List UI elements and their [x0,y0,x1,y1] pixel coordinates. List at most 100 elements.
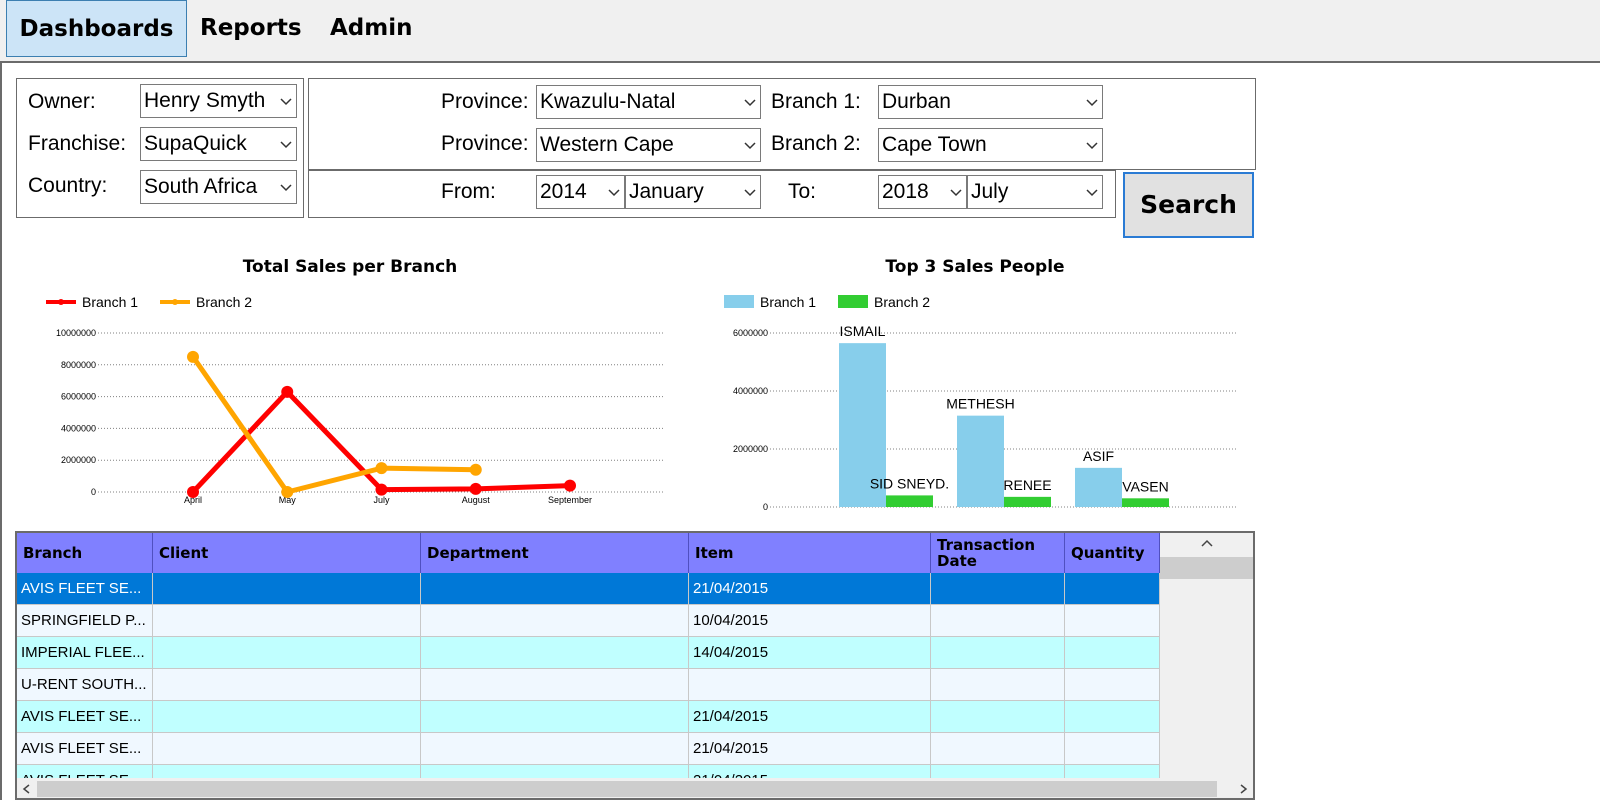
from-year-select[interactable]: 2014 [536,175,625,209]
chevron-down-icon [744,189,756,197]
cell-item[interactable]: 21/04/2015 [689,701,931,732]
owner-select[interactable]: Henry Smyth [140,84,297,118]
vertical-scrollbar[interactable] [1160,533,1253,778]
legend-marker [172,299,178,305]
cell-branch[interactable]: AVIS FLEET SE... [17,733,153,764]
province1-value: Kwazulu-Natal [540,90,676,113]
menu-dashboards[interactable]: Dashboards [6,0,187,57]
cell-item[interactable] [689,669,931,700]
y-tick-label: 0 [763,502,768,512]
cell-department[interactable] [421,573,689,604]
cell-department[interactable] [421,637,689,668]
cell-department[interactable] [421,701,689,732]
horizontal-scroll-thumb[interactable] [37,781,1217,797]
cell-quantity[interactable] [1065,637,1160,668]
cell-quantity[interactable] [1065,573,1160,604]
column-header-item[interactable]: Item [689,533,931,573]
cell-date[interactable] [931,733,1065,764]
column-header-branch[interactable]: Branch [17,533,153,573]
legend-label: Branch 2 [874,294,930,310]
search-button[interactable]: Search [1123,172,1254,238]
chevron-down-icon [744,142,756,150]
cell-department[interactable] [421,669,689,700]
x-tick-label: July [373,495,390,505]
table-row[interactable]: IMPERIAL FLEE... 14/04/2015 [17,637,1160,669]
bar-label: ISMAIL [840,323,886,339]
menu-reports[interactable]: Reports [200,0,310,57]
to-month-select[interactable]: July [967,175,1103,209]
cell-client[interactable] [153,637,421,668]
franchise-value: SupaQuick [144,132,247,155]
y-tick-label: 8000000 [61,360,96,370]
x-tick-label: September [548,495,592,505]
bar-label: METHESH [946,396,1014,412]
cell-branch[interactable]: U-RENT SOUTH... [17,669,153,700]
data-point [469,482,482,495]
cell-date[interactable] [931,573,1065,604]
table-row[interactable]: AVIS FLEET SE... 21/04/2015 [17,573,1160,605]
cell-branch[interactable]: IMPERIAL FLEE... [17,637,153,668]
cell-quantity[interactable] [1065,733,1160,764]
cell-client[interactable] [153,733,421,764]
data-point [469,463,482,476]
sales-per-branch-chart: Branch 1 Branch 2 0 2000000 4000000 6000000 80… [46,294,665,505]
column-header-client[interactable]: Client [153,533,421,573]
cell-client[interactable] [153,573,421,604]
cell-quantity[interactable] [1065,669,1160,700]
cell-branch[interactable]: AVIS FLEET SE... [17,573,153,604]
cell-quantity[interactable] [1065,701,1160,732]
column-header-quantity[interactable]: Quantity [1065,533,1160,573]
cell-date[interactable] [931,701,1065,732]
cell-item[interactable]: 10/04/2015 [689,605,931,636]
cell-date[interactable] [931,669,1065,700]
horizontal-scrollbar[interactable] [17,778,1253,798]
table-row[interactable]: U-RENT SOUTH... [17,669,1160,701]
country-select[interactable]: South Africa [140,170,297,204]
branch1-value: Durban [882,90,951,113]
cell-branch[interactable]: AVIS FLEET SE... [17,701,153,732]
to-year-select[interactable]: 2018 [878,175,967,209]
transactions-grid[interactable]: Branch Client Department Item Transactio… [15,531,1255,800]
scroll-left-icon[interactable] [21,783,33,795]
from-month-value: January [629,180,704,203]
cell-date[interactable] [931,605,1065,636]
table-row[interactable]: AVIS FLEET SE... 21/04/2015 [17,701,1160,733]
from-month-select[interactable]: January [625,175,761,209]
cell-quantity[interactable] [1065,605,1160,636]
cell-date[interactable] [931,637,1065,668]
cell-branch[interactable]: SPRINGFIELD P... [17,605,153,636]
x-tick-label: August [462,495,491,505]
cell-item[interactable]: 21/04/2015 [689,733,931,764]
column-header-department[interactable]: Department [421,533,689,573]
cell-item[interactable]: 21/04/2015 [689,573,931,604]
franchise-label: Franchise: [28,132,127,155]
menu-admin[interactable]: Admin [330,0,420,57]
column-header-transaction-date[interactable]: Transaction Date [931,533,1065,573]
data-point [375,483,388,496]
cell-client[interactable] [153,669,421,700]
province2-select[interactable]: Western Cape [536,128,761,162]
legend-label: Branch 1 [760,294,816,310]
scroll-right-icon[interactable] [1237,783,1249,795]
bar-1 [957,415,1004,507]
cell-item[interactable]: 14/04/2015 [689,637,931,668]
data-point [281,385,294,398]
cell-client[interactable] [153,605,421,636]
province1-select[interactable]: Kwazulu-Natal [536,85,761,119]
scroll-up-icon[interactable] [1200,537,1214,549]
table-row[interactable]: SPRINGFIELD P... 10/04/2015 [17,605,1160,637]
branch1-select[interactable]: Durban [878,85,1103,119]
franchise-select[interactable]: SupaQuick [140,127,297,161]
cell-client[interactable] [153,701,421,732]
legend-label: Branch 1 [82,294,138,310]
owner-value: Henry Smyth [144,89,266,112]
table-row[interactable]: AVIS FLEET SE... 21/04/2015 [17,733,1160,765]
bar-label: ASIF [1083,448,1114,464]
bar-2 [1122,498,1169,507]
cell-department[interactable] [421,605,689,636]
branch2-select[interactable]: Cape Town [878,128,1103,162]
data-point [375,462,388,475]
cell-department[interactable] [421,733,689,764]
owner-label: Owner: [28,90,96,113]
vertical-scroll-thumb[interactable] [1160,557,1253,579]
